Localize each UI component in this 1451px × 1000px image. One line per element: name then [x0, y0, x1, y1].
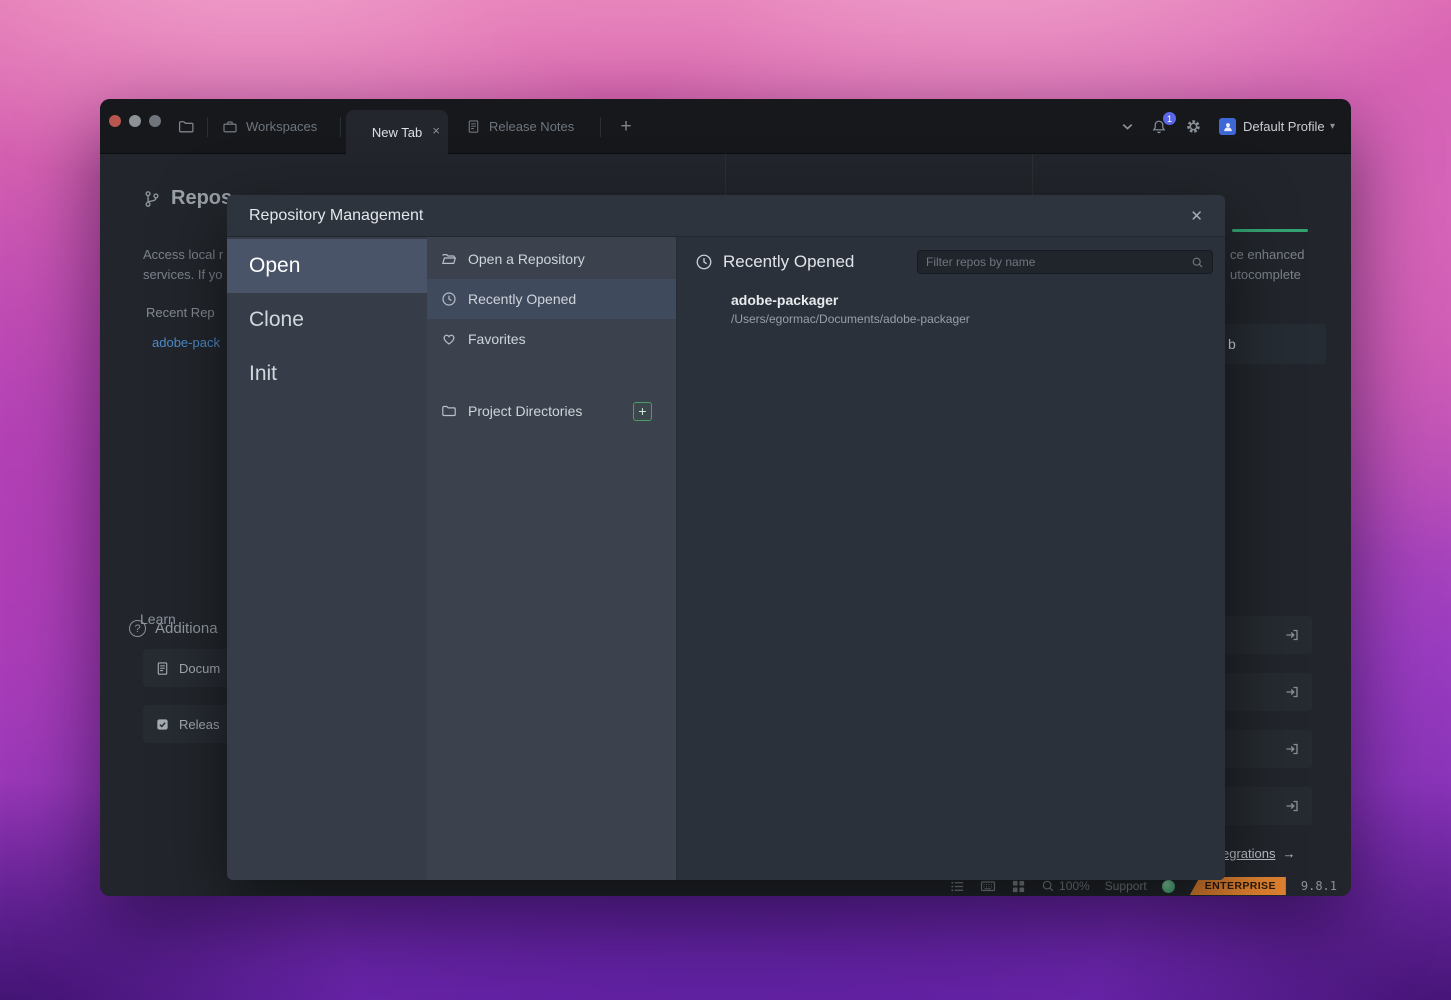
tab-label: Release Notes [489, 119, 574, 134]
sign-in-arrow-icon [1284, 798, 1300, 814]
tab-separator [207, 117, 208, 137]
keyboard-icon[interactable] [980, 878, 996, 894]
globe-status-icon [1162, 880, 1175, 893]
clock-icon [441, 291, 457, 307]
document-icon [155, 661, 170, 676]
notifications-bell-icon[interactable] [1151, 99, 1167, 154]
section-label: Favorites [468, 331, 526, 347]
section-label: Open a Repository [468, 251, 585, 267]
repository-management-modal: Repository Management ✕ Open Clone Init … [227, 195, 1225, 880]
panel-title: Recently Opened [723, 252, 854, 272]
right-panel-text-line1: ce enhanced [1230, 247, 1304, 262]
traffic-light-close-button[interactable] [109, 115, 121, 127]
app-version: 9.8.1 [1301, 879, 1337, 893]
modal-sections: Open a Repository Recently Opened Favori… [427, 237, 677, 880]
recent-repo-link[interactable]: adobe-pack [152, 335, 220, 350]
git-branch-icon [143, 190, 161, 208]
tab-label: New Tab [372, 125, 422, 140]
right-panel-text-line2: utocomplete [1230, 267, 1301, 282]
integrations-link[interactable]: egrations → [1222, 846, 1295, 861]
link-label: egrations [1222, 846, 1275, 861]
repo-name: adobe-packager [731, 292, 1225, 308]
folder-open-icon [441, 251, 457, 267]
profile-label[interactable]: Default Profile [1243, 99, 1325, 154]
intro-text-line2: services. If yo [143, 267, 222, 282]
zoom-level: 100% [1059, 879, 1090, 893]
tab-label: Workspaces [246, 119, 317, 134]
button-label: b [1228, 336, 1236, 352]
panel-header: Recently Opened [677, 237, 1225, 274]
clock-icon [695, 253, 713, 271]
recently-opened-panel: Recently Opened adobe-packager /Users/eg… [677, 237, 1225, 880]
list-icon[interactable] [950, 879, 965, 894]
zoom-magnifier-icon [1041, 879, 1055, 893]
folder-icon [441, 403, 457, 419]
section-recently-opened[interactable]: Recently Opened [427, 279, 676, 319]
repositories-header: Repos [143, 187, 232, 210]
learn-label: Learn [140, 611, 176, 627]
modal-nav: Open Clone Init [227, 237, 427, 880]
close-icon[interactable]: ✕ [1190, 207, 1203, 225]
modal-header: Repository Management ✕ [227, 195, 1225, 237]
add-project-directory-button[interactable]: + [633, 402, 652, 421]
modal-body: Open Clone Init Open a Repository [227, 237, 1225, 880]
app-window: Workspaces New Tab × Release Notes + [100, 99, 1351, 896]
section-label: Recently Opened [468, 291, 576, 307]
traffic-light-minimize-button[interactable] [129, 115, 141, 127]
repo-filter [917, 250, 1213, 274]
sign-in-arrow-icon [1284, 627, 1300, 643]
search-icon [1191, 256, 1204, 269]
repo-list-item[interactable]: adobe-packager /Users/egormac/Documents/… [677, 292, 1225, 326]
folder-icon[interactable] [178, 118, 195, 135]
avatar[interactable] [1219, 118, 1236, 135]
tab-separator [600, 117, 601, 137]
modal-title: Repository Management [249, 207, 423, 225]
notification-badge: 1 [1163, 112, 1176, 125]
close-tab-icon[interactable]: × [432, 123, 440, 138]
sign-in-arrow-icon [1284, 741, 1300, 757]
tab-release-notes[interactable]: Release Notes [466, 99, 574, 154]
chevron-down-icon[interactable] [1119, 99, 1136, 154]
checkbox-check-icon [155, 717, 170, 732]
tab-new-tab[interactable]: New Tab × [346, 110, 448, 154]
arrow-right-icon: → [1282, 846, 1295, 861]
titlebar: Workspaces New Tab × Release Notes + [100, 99, 1351, 154]
button-label: Releas [179, 717, 219, 732]
active-tab-indicator [1232, 229, 1308, 232]
briefcase-icon [222, 119, 238, 135]
grid-icon[interactable] [1011, 879, 1026, 894]
tab-workspaces[interactable]: Workspaces [222, 99, 317, 154]
project-directories-label: Project Directories [468, 403, 582, 419]
page-title: Repos [171, 187, 232, 210]
nav-item-init[interactable]: Init [227, 347, 427, 401]
project-directories-row: Project Directories + [427, 391, 676, 431]
recent-repos-label: Recent Rep [146, 305, 215, 320]
profile-caret-icon[interactable]: ▾ [1330, 99, 1335, 154]
section-favorites[interactable]: Favorites [427, 319, 676, 359]
zoom-control[interactable]: 100% [1041, 879, 1090, 893]
traffic-light-zoom-button[interactable] [149, 115, 161, 127]
repo-filter-input[interactable] [926, 255, 1185, 269]
sign-in-arrow-icon [1284, 684, 1300, 700]
tab-separator [340, 117, 341, 137]
desktop-wallpaper: Workspaces New Tab × Release Notes + [0, 0, 1451, 1000]
section-open-a-repository[interactable]: Open a Repository [427, 239, 676, 279]
nav-item-clone[interactable]: Clone [227, 293, 427, 347]
heart-icon [441, 331, 457, 347]
support-link[interactable]: Support [1105, 879, 1147, 893]
file-icon [466, 119, 481, 134]
intro-text-line1: Access local r [143, 247, 223, 262]
new-tab-button[interactable]: + [615, 99, 637, 154]
button-label: Docum [179, 661, 220, 676]
nav-item-open[interactable]: Open [227, 239, 427, 293]
repo-path: /Users/egormac/Documents/adobe-packager [731, 312, 1225, 326]
gear-icon[interactable] [1185, 99, 1202, 154]
